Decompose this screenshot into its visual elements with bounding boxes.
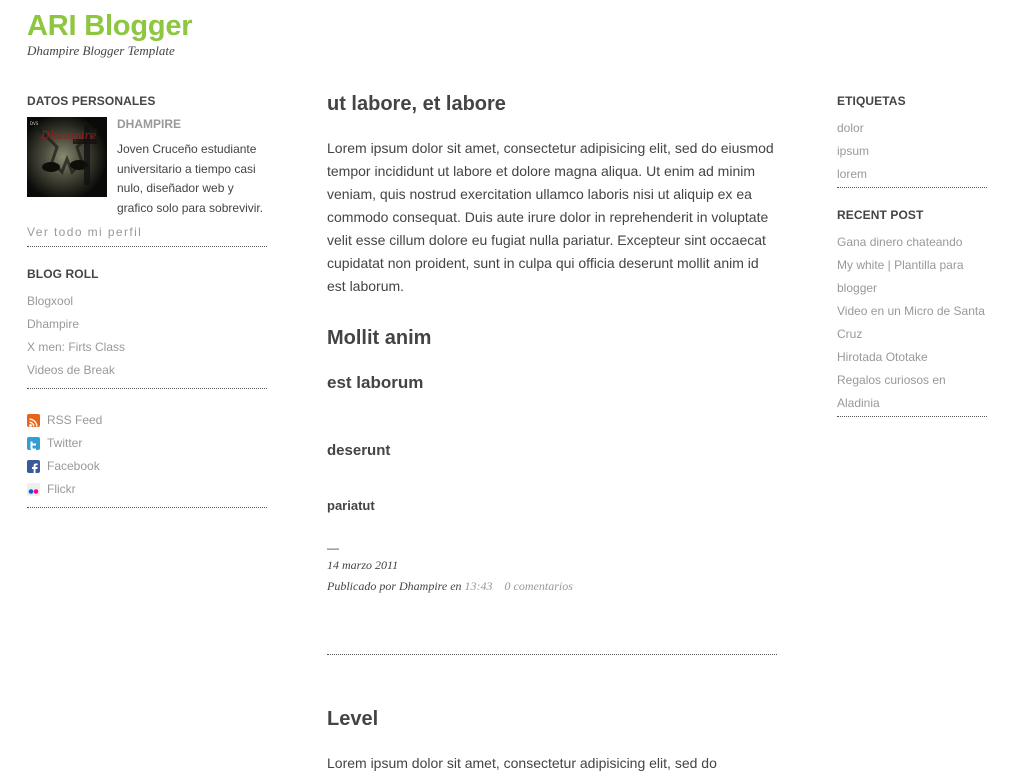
- profile-heading: DATOS PERSONALES: [27, 94, 156, 108]
- post: ut labore, et labore Lorem ipsum dolor s…: [327, 90, 777, 655]
- main-content: ut labore, et labore Lorem ipsum dolor s…: [327, 90, 777, 775]
- social-item-rss[interactable]: RSS Feed: [27, 409, 267, 432]
- recent-posts-widget: RECENT POST Gana dinero chateando My whi…: [837, 208, 987, 417]
- post-title[interactable]: ut labore, et labore: [327, 90, 777, 118]
- label-link[interactable]: ipsum: [837, 144, 869, 158]
- blog-description: Dhampire Blogger Template: [27, 43, 175, 58]
- blogroll-link[interactable]: Videos de Break: [27, 363, 115, 377]
- right-sidebar: ETIQUETAS dolor ipsum lorem RECENT POST …: [837, 94, 987, 437]
- profile-widget: DATOS PERSONALES Dhampire DVS DHAMPIRE J…: [27, 94, 267, 247]
- blogroll-widget: BLOG ROLL Blogxool Dhampire X men: Firts…: [27, 267, 267, 389]
- recent-posts-list: Gana dinero chateando My white | Plantil…: [837, 231, 987, 415]
- recent-post-link[interactable]: My white | Plantilla para blogger: [837, 258, 964, 295]
- post-date: 14 marzo 2011: [327, 558, 399, 572]
- flickr-icon: [27, 483, 40, 496]
- svg-text:Dhampire: Dhampire: [40, 129, 97, 142]
- post-body: Lorem ipsum dolor sit amet, consectetur …: [327, 752, 777, 775]
- blog-title[interactable]: ARI Blogger: [27, 8, 193, 44]
- social-link[interactable]: Twitter: [47, 432, 82, 455]
- post-heading-h5: pariatut: [327, 498, 375, 513]
- labels-widget: ETIQUETAS dolor ipsum lorem: [837, 94, 987, 188]
- blogroll-link[interactable]: X men: Firts Class: [27, 340, 125, 354]
- post-time-link[interactable]: 13:43: [465, 579, 493, 593]
- post-heading-h2: Mollit anim: [327, 327, 432, 349]
- profile: Dhampire DVS DHAMPIRE Joven Cruceño estu…: [27, 117, 267, 218]
- post-dash: —: [327, 541, 339, 555]
- post-footer: Publicado por Dhampire en 13:43 0 coment…: [327, 576, 777, 597]
- blogroll-list: Blogxool Dhampire X men: Firts Class Vid…: [27, 290, 267, 382]
- blogroll-heading: BLOG ROLL: [27, 267, 99, 281]
- twitter-icon: [27, 437, 40, 451]
- post-heading-h4: deserunt: [327, 442, 391, 459]
- post-heading-h3: est laborum: [327, 373, 424, 392]
- recent-post-link[interactable]: Hirotada Ototake: [837, 350, 928, 364]
- social-link[interactable]: RSS Feed: [47, 409, 102, 432]
- recent-posts-heading: RECENT POST: [837, 208, 924, 222]
- post-author: Publicado por Dhampire en: [327, 579, 462, 593]
- label-link[interactable]: lorem: [837, 167, 867, 181]
- social-list: RSS Feed Twitter Facebook Flickr: [27, 409, 267, 501]
- recent-post-link[interactable]: Video en un Micro de Santa Cruz: [837, 304, 985, 341]
- blogroll-link[interactable]: Blogxool: [27, 294, 73, 308]
- post-body: Lorem ipsum dolor sit amet, consectetur …: [327, 137, 777, 555]
- post-title[interactable]: Level: [327, 705, 777, 733]
- social-item-twitter[interactable]: Twitter: [27, 432, 267, 455]
- blogroll-link[interactable]: Dhampire: [27, 317, 79, 331]
- facebook-icon: [27, 460, 40, 475]
- social-link[interactable]: Facebook: [47, 455, 100, 478]
- labels-heading: ETIQUETAS: [837, 94, 906, 108]
- post-paragraph: Lorem ipsum dolor sit amet, consectetur …: [327, 755, 717, 771]
- post-comments-link[interactable]: 0 comentarios: [505, 579, 573, 593]
- labels-list: dolor ipsum lorem: [837, 117, 987, 186]
- social-widget: RSS Feed Twitter Facebook Flickr: [27, 409, 267, 508]
- view-profile-link[interactable]: Ver todo mi perfil: [27, 224, 267, 240]
- left-sidebar: DATOS PERSONALES Dhampire DVS DHAMPIRE J…: [27, 94, 267, 528]
- recent-post-link[interactable]: Gana dinero chateando: [837, 235, 962, 249]
- recent-post-link[interactable]: Regalos curiosos en Aladinia: [837, 373, 946, 410]
- profile-avatar[interactable]: Dhampire DVS: [27, 117, 107, 197]
- blog-header: ARI Blogger Dhampire Blogger Template: [27, 8, 193, 59]
- label-link[interactable]: dolor: [837, 121, 864, 135]
- social-item-facebook[interactable]: Facebook: [27, 455, 267, 478]
- social-link[interactable]: Flickr: [47, 478, 76, 501]
- rss-icon: [27, 414, 40, 427]
- post-meta: 14 marzo 2011 Publicado por Dhampire en …: [327, 555, 777, 597]
- post-separator: [327, 654, 777, 655]
- post: Level Lorem ipsum dolor sit amet, consec…: [327, 705, 777, 775]
- social-item-flickr[interactable]: Flickr: [27, 478, 267, 501]
- post-paragraph: Lorem ipsum dolor sit amet, consectetur …: [327, 140, 774, 294]
- profile-bio: Joven Cruceño estudiante universitario a…: [117, 142, 264, 215]
- svg-text:DVS: DVS: [30, 121, 39, 126]
